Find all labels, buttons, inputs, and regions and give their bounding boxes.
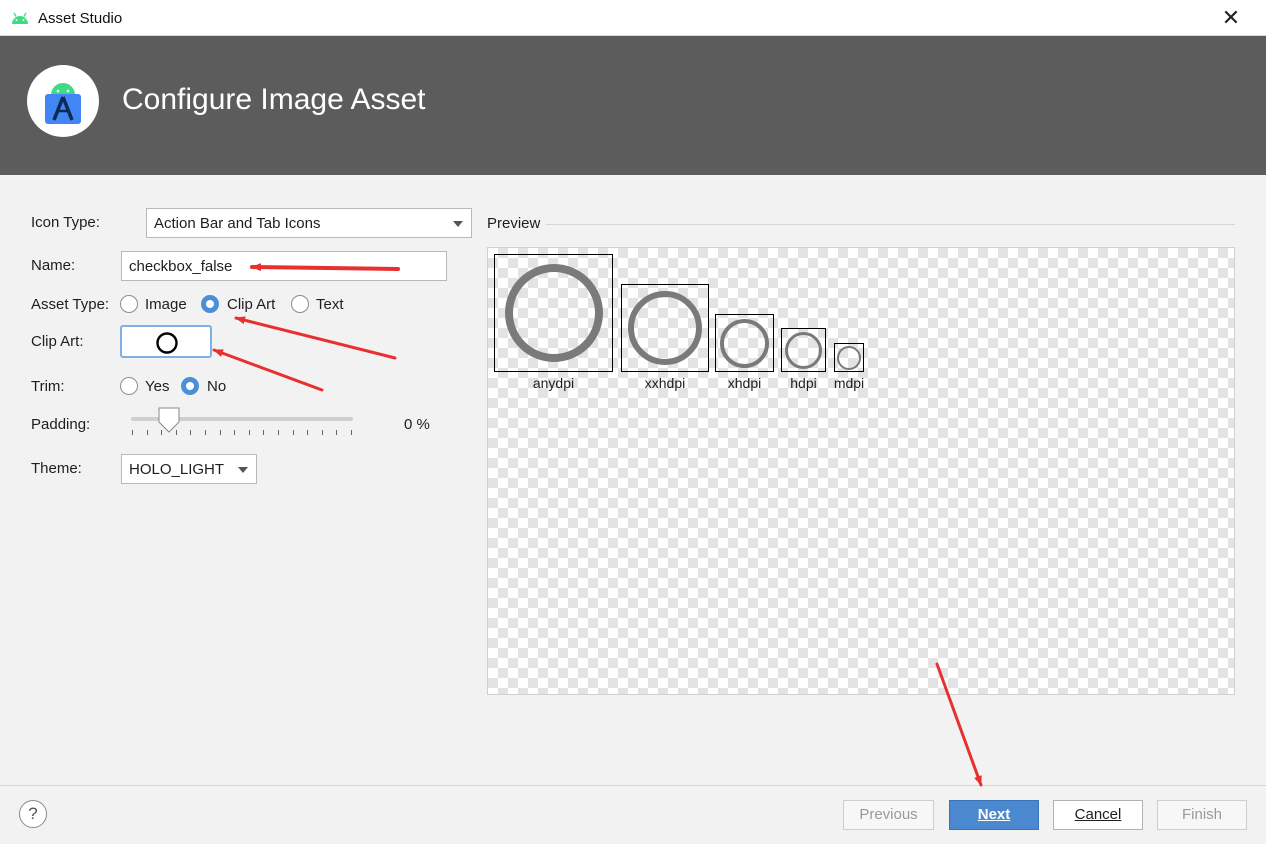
trim-no-radio[interactable] [181, 377, 199, 395]
android-studio-logo-icon [27, 65, 99, 137]
slider-tick [146, 430, 148, 435]
preview-hdpi-label: hdpi [790, 375, 817, 391]
finish-button[interactable]: Finish [1157, 800, 1247, 830]
header-banner: Configure Image Asset [0, 36, 1266, 175]
slider-tick [190, 430, 192, 435]
window-title: Asset Studio [38, 10, 123, 27]
asset-type-image-label[interactable]: Image [145, 296, 187, 313]
cancel-button[interactable]: Cancel [1053, 800, 1143, 830]
padding-label: Padding: [31, 416, 91, 433]
next-button[interactable]: Next [949, 800, 1039, 830]
padding-slider-thumb[interactable] [158, 407, 180, 433]
slider-tick [292, 430, 294, 435]
trim-yes-label[interactable]: Yes [145, 378, 169, 395]
name-label: Name: [31, 257, 76, 274]
asset-type-clipart-radio[interactable] [201, 295, 219, 313]
slider-tick [321, 430, 323, 435]
footer-divider [0, 785, 1266, 786]
slider-tick [132, 430, 133, 435]
chevron-down-icon [453, 221, 463, 227]
clip-art-button[interactable] [120, 325, 212, 358]
slider-tick [307, 430, 309, 435]
asset-type-clipart-label[interactable]: Clip Art [227, 296, 275, 313]
asset-type-text-radio[interactable] [291, 295, 309, 313]
page-title: Configure Image Asset [122, 83, 426, 116]
slider-tick [351, 430, 352, 435]
theme-label: Theme: [31, 460, 82, 477]
icon-type-value: Action Bar and Tab Icons [154, 215, 321, 232]
preview-xhdpi-image [715, 314, 774, 372]
name-input[interactable] [121, 251, 447, 281]
arrow-to-clipart-button [212, 348, 324, 392]
preview-xhdpi-label: xhdpi [727, 375, 762, 391]
clip-art-label: Clip Art: [31, 333, 84, 350]
preview-divider [546, 224, 1235, 225]
close-button[interactable]: ✕ [1216, 6, 1246, 32]
android-icon [12, 12, 28, 24]
slider-tick [205, 430, 206, 435]
icon-type-dropdown[interactable]: Action Bar and Tab Icons [146, 208, 472, 238]
circle-outline-icon [156, 332, 178, 354]
preview-mdpi-label: mdpi [833, 375, 865, 391]
asset-type-text-label[interactable]: Text [316, 296, 344, 313]
preview-anydpi-label: anydpi [532, 375, 575, 391]
icon-type-label: Icon Type: [31, 214, 100, 231]
preview-title: Preview [487, 215, 541, 232]
preview-mdpi-image [834, 343, 864, 372]
slider-tick [336, 430, 338, 435]
slider-tick [234, 430, 236, 435]
previous-button[interactable]: Previous [843, 800, 934, 830]
theme-value: HOLO_LIGHT [129, 461, 225, 478]
asset-type-image-radio[interactable] [120, 295, 138, 313]
padding-value: 0 % [404, 416, 430, 433]
theme-dropdown[interactable]: HOLO_LIGHT [121, 454, 257, 484]
preview-anydpi-image [494, 254, 613, 372]
trim-label: Trim: [31, 378, 65, 395]
arrow-to-clipart-radio [234, 316, 397, 360]
slider-tick [263, 430, 265, 435]
preview-hdpi-image [781, 328, 826, 372]
asset-type-label: Asset Type: [31, 296, 110, 313]
preview-pane: anydpi xxhdpi xhdpi hdpi mdpi [487, 247, 1235, 695]
trim-no-label[interactable]: No [207, 378, 226, 395]
slider-tick [278, 430, 279, 435]
slider-tick [248, 430, 250, 435]
help-button[interactable]: ? [19, 800, 47, 828]
chevron-down-icon [238, 467, 248, 473]
preview-xxhdpi-label: xxhdpi [644, 375, 686, 391]
preview-xxhdpi-image [621, 284, 709, 372]
trim-yes-radio[interactable] [120, 377, 138, 395]
slider-tick [219, 430, 221, 435]
window-titlebar: Asset Studio ✕ [0, 0, 1266, 36]
